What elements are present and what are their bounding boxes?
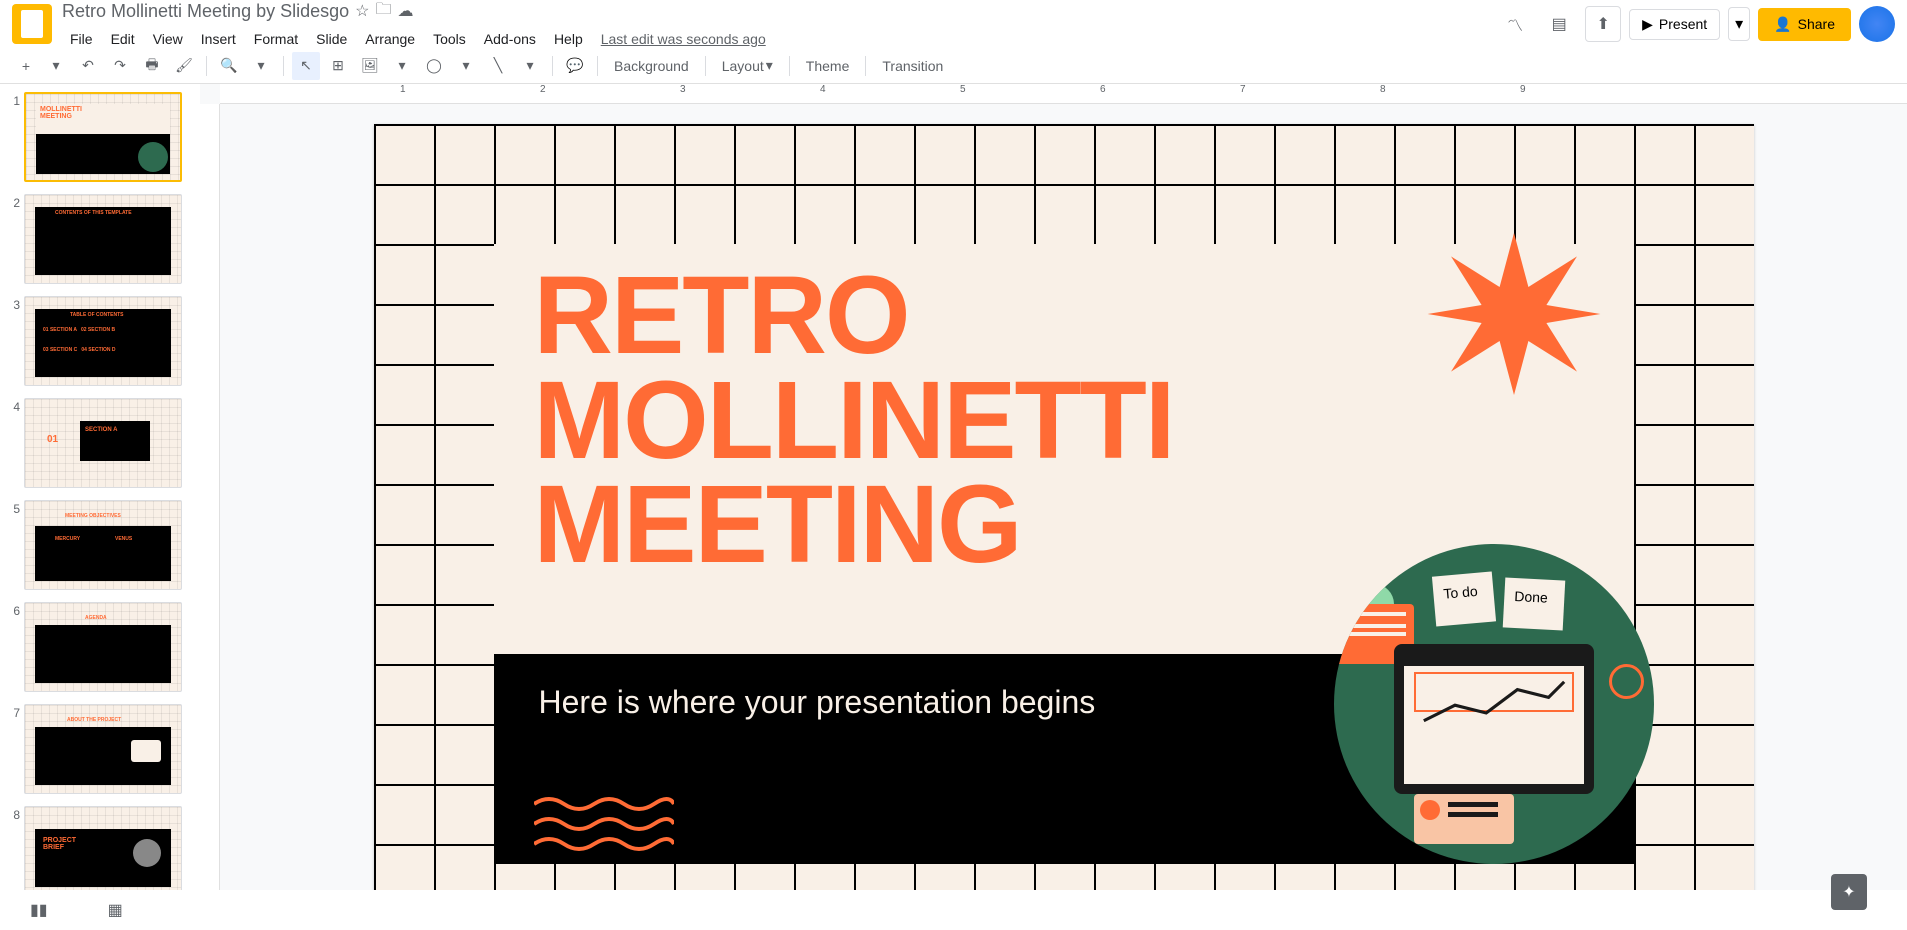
transition-button[interactable]: Transition <box>874 54 951 78</box>
share-icon: 👤 <box>1774 16 1791 33</box>
menu-insert[interactable]: Insert <box>193 27 244 51</box>
shape-tool[interactable]: ◯ <box>420 52 448 80</box>
new-slide-button[interactable]: + <box>12 52 40 80</box>
thumb-num: 3 <box>4 298 20 312</box>
slides-logo[interactable] <box>12 4 52 44</box>
undo-button[interactable]: ↶ <box>74 52 102 80</box>
menu-arrange[interactable]: Arrange <box>357 27 423 51</box>
filmstrip-view-icon[interactable]: ▮▮ <box>30 900 48 920</box>
menu-file[interactable]: File <box>62 27 101 51</box>
menu-tools[interactable]: Tools <box>425 27 474 51</box>
zoom-button[interactable]: 🔍 <box>215 52 243 80</box>
note-done: Done <box>1502 577 1565 630</box>
ruler-vertical[interactable] <box>200 104 220 890</box>
slide-canvas[interactable]: RETRO MOLLINETTI MEETING Here is where y… <box>374 124 1754 890</box>
line-tool[interactable]: ╲ <box>484 52 512 80</box>
wavy-lines-decoration <box>534 794 674 854</box>
slide-subtitle-text[interactable]: Here is where your presentation begins <box>539 684 1096 721</box>
slide-thumb-7[interactable]: ABOUT THE PROJECT <box>24 704 182 794</box>
slide-thumb-1[interactable]: MOLLINETTIMEETING <box>24 92 182 182</box>
layout-button[interactable]: Layout▾ <box>714 53 781 78</box>
present-button[interactable]: ▶ Present <box>1629 9 1720 40</box>
upload-icon[interactable]: ⬆ <box>1585 6 1621 42</box>
bottom-bar: ▮▮ ▦ <box>0 890 1907 930</box>
line-dropdown[interactable]: ▾ <box>516 52 544 80</box>
slide-title-text[interactable]: RETRO MOLLINETTI MEETING <box>534 264 1174 578</box>
comment-tool[interactable]: 💬 <box>561 52 589 80</box>
share-button[interactable]: 👤 Share <box>1758 8 1851 41</box>
menu-format[interactable]: Format <box>246 27 306 51</box>
slide-thumb-6[interactable]: AGENDA <box>24 602 182 692</box>
slide-thumb-2[interactable]: CONTENTS OF THIS TEMPLATE <box>24 194 182 284</box>
present-icon: ▶ <box>1642 16 1653 33</box>
zoom-dropdown[interactable]: ▾ <box>247 52 275 80</box>
starburst-decoration <box>1424 224 1604 404</box>
menu-view[interactable]: View <box>145 27 191 51</box>
slide-thumb-8[interactable]: PROJECTBRIEF <box>24 806 182 890</box>
last-edit-link[interactable]: Last edit was seconds ago <box>601 31 766 47</box>
filmstrip[interactable]: 1 MOLLINETTIMEETING 2 CONTENTS OF THIS T… <box>0 84 200 890</box>
star-icon[interactable]: ☆ <box>355 1 369 21</box>
textbox-tool[interactable]: ⊞ <box>324 52 352 80</box>
grid-view-icon[interactable]: ▦ <box>108 900 123 920</box>
user-avatar[interactable] <box>1859 6 1895 42</box>
title-section: Retro Mollinetti Meeting by Slidesgo ☆ 🗀… <box>62 0 1487 51</box>
activity-icon[interactable]: 〽 <box>1497 6 1533 42</box>
redo-button[interactable]: ↷ <box>106 52 134 80</box>
note-todo: To do <box>1431 571 1495 626</box>
explore-button[interactable]: ✦ <box>1831 874 1867 910</box>
app-header: Retro Mollinetti Meeting by Slidesgo ☆ 🗀… <box>0 0 1907 48</box>
thumb-num: 4 <box>4 400 20 414</box>
theme-button[interactable]: Theme <box>798 54 858 78</box>
new-slide-dropdown[interactable]: ▾ <box>42 52 70 80</box>
cloud-icon[interactable]: ☁ <box>398 1 414 21</box>
main-area: 1 MOLLINETTIMEETING 2 CONTENTS OF THIS T… <box>0 84 1907 890</box>
present-dropdown[interactable]: ▾ <box>1728 7 1750 41</box>
thumb-num: 8 <box>4 808 20 822</box>
background-button[interactable]: Background <box>606 54 697 78</box>
canvas-area: 1 2 3 4 5 6 7 8 9 RETRO MOLLINETTI MEETI… <box>200 84 1907 890</box>
menu-help[interactable]: Help <box>546 27 591 51</box>
comments-icon[interactable]: ▤ <box>1541 6 1577 42</box>
doc-title[interactable]: Retro Mollinetti Meeting by Slidesgo <box>62 1 349 22</box>
thumb-num: 5 <box>4 502 20 516</box>
thumb-num: 6 <box>4 604 20 618</box>
slide-thumb-3[interactable]: TABLE OF CONTENTS 01 SECTION A 02 SECTIO… <box>24 296 182 386</box>
computer-illustration: To do Done <box>1334 544 1654 864</box>
toolbar: + ▾ ↶ ↷ 🖶 🖌 🔍 ▾ ↖ ⊞ 🖼 ▾ ◯ ▾ ╲ ▾ 💬 Backgr… <box>0 48 1907 84</box>
select-tool[interactable]: ↖ <box>292 52 320 80</box>
menu-slide[interactable]: Slide <box>308 27 355 51</box>
image-dropdown[interactable]: ▾ <box>388 52 416 80</box>
print-button[interactable]: 🖶 <box>138 52 166 80</box>
thumb-num: 7 <box>4 706 20 720</box>
slide-thumb-5[interactable]: MEETING OBJECTIVES MERCURY VENUS <box>24 500 182 590</box>
paint-format-button[interactable]: 🖌 <box>170 52 198 80</box>
image-tool[interactable]: 🖼 <box>356 52 384 80</box>
thumb-num: 2 <box>4 196 20 210</box>
menu-edit[interactable]: Edit <box>103 27 143 51</box>
move-icon[interactable]: 🗀 <box>375 0 391 25</box>
ruler-horizontal[interactable]: 1 2 3 4 5 6 7 8 9 <box>220 84 1907 104</box>
present-label: Present <box>1659 16 1707 32</box>
menu-addons[interactable]: Add-ons <box>476 27 544 51</box>
slide-thumb-4[interactable]: 01 SECTION A <box>24 398 182 488</box>
shape-dropdown[interactable]: ▾ <box>452 52 480 80</box>
thumb-num: 1 <box>4 94 20 108</box>
share-label: Share <box>1798 16 1835 32</box>
